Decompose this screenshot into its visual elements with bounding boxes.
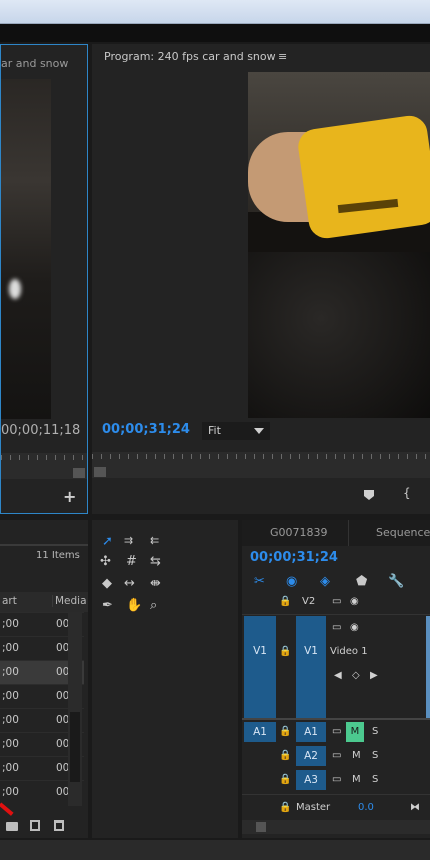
track-divider <box>242 794 430 795</box>
camera-icon[interactable]: ▭ <box>332 622 341 633</box>
program-scroll-bar[interactable] <box>92 466 430 478</box>
project-tab-underline <box>0 544 88 546</box>
program-scrub-bar[interactable] <box>92 452 430 466</box>
next-keyframe-icon[interactable]: ▶ <box>370 670 378 681</box>
program-timecode[interactable]: 00;00;31;24 <box>102 422 190 437</box>
prev-keyframe-icon[interactable]: ◀ <box>334 670 342 681</box>
video-clip <box>426 616 430 718</box>
razor-icon[interactable]: ◆ <box>102 576 112 591</box>
slide-icon[interactable]: ⇼ <box>150 576 161 591</box>
track-divider <box>242 614 430 615</box>
solo-button[interactable]: S <box>372 726 378 737</box>
add-button-icon[interactable]: + <box>63 487 76 506</box>
pen-icon[interactable]: ✒ <box>102 598 113 613</box>
master-label: Master <box>296 802 331 813</box>
source-scrub-bar[interactable] <box>1 453 87 467</box>
lock-icon[interactable]: 🔒 <box>279 726 291 737</box>
source-monitor: ar and snow 00;00;11;18 + <box>0 44 88 514</box>
bottom-status-bar <box>0 840 430 860</box>
track-a2[interactable]: A2 <box>296 746 326 766</box>
mute-button[interactable]: M <box>352 774 361 785</box>
timeline-panel: G0071839 Sequence 0 00;00;31;24 ✂ ◉ ◈ ⬟ … <box>242 520 430 838</box>
source-patch-a1[interactable]: A1 <box>244 722 276 742</box>
track-select-back-icon[interactable]: ⇇ <box>150 534 159 547</box>
tab-g0071839[interactable]: G0071839 <box>270 526 328 539</box>
keyframe-icon[interactable]: ◇ <box>352 670 360 681</box>
zoom-value: Fit <box>208 424 221 437</box>
camera-icon[interactable]: ▭ <box>332 596 341 607</box>
lock-icon[interactable]: 🔒 <box>279 774 291 785</box>
zoom-select[interactable]: Fit <box>202 422 270 440</box>
sync-icon[interactable]: ▭ <box>332 774 341 785</box>
tab-divider <box>348 520 349 546</box>
source-timecode[interactable]: 00;00;11;18 <box>1 423 80 438</box>
lock-icon[interactable]: 🔒 <box>279 596 291 607</box>
master-volume[interactable]: 0.0 <box>358 802 374 813</box>
zoom-icon[interactable]: ⌕ <box>150 598 157 613</box>
tools-panel: ➚ ⇉ ⇇ ✣ # ⇆ ◆ ↔ ⇼ ✒ ✋ ⌕ <box>92 520 238 838</box>
track-a1[interactable]: A1 <box>296 722 326 742</box>
source-patch-v1[interactable]: V1 <box>244 616 276 718</box>
os-title-bar <box>0 0 430 24</box>
selection-icon[interactable]: ➚ <box>102 534 113 549</box>
folder-icon[interactable] <box>6 822 18 831</box>
slip-icon[interactable]: ↔ <box>124 576 135 591</box>
chevron-down-icon <box>254 428 264 434</box>
tab-sequence[interactable]: Sequence 0 <box>376 526 430 539</box>
project-panel: 11 Items art Media ;00 00 ;00 00 ;00 00 ;00… <box>0 520 88 838</box>
timeline-scroll-bar[interactable] <box>242 820 430 834</box>
brace-icon[interactable]: { <box>403 486 411 500</box>
add-marker-icon[interactable]: ◈ <box>320 574 330 589</box>
red-arrow <box>0 802 14 816</box>
mute-button[interactable]: M <box>346 722 364 742</box>
col-start[interactable]: art <box>2 595 17 607</box>
marker-icon[interactable]: ⬟ <box>356 574 367 589</box>
linked-selection-icon[interactable]: ◉ <box>286 574 297 589</box>
track-name-video1: Video 1 <box>330 646 368 657</box>
panel-gutter <box>0 24 430 42</box>
sync-icon[interactable]: ▭ <box>332 750 341 761</box>
item-count: 11 Items <box>36 550 80 561</box>
solo-button[interactable]: S <box>372 750 378 761</box>
mute-button[interactable]: M <box>352 750 361 761</box>
eye-icon[interactable]: ◉ <box>350 596 359 607</box>
source-scroll-bar[interactable] <box>1 467 87 479</box>
track-label-v2[interactable]: V2 <box>302 596 315 607</box>
wrench-icon[interactable]: 🔧 <box>388 574 404 589</box>
track-select-icon[interactable]: ⇉ <box>124 534 133 547</box>
sync-icon[interactable]: ▭ <box>332 726 341 737</box>
lock-icon[interactable]: 🔒 <box>279 646 291 657</box>
program-tab-title[interactable]: Program: 240 fps car and snow <box>104 50 276 63</box>
track-divider <box>242 718 430 720</box>
solo-button[interactable]: S <box>372 774 378 785</box>
timeline-timecode[interactable]: 00;00;31;24 <box>250 550 338 565</box>
lock-icon[interactable]: 🔒 <box>279 802 291 813</box>
go-to-end-icon[interactable]: ⧓ <box>410 802 420 813</box>
source-tab-title[interactable]: ar and snow <box>1 57 68 70</box>
panel-menu-icon[interactable]: ≡ <box>278 50 287 63</box>
column-header: art Media <box>0 592 88 612</box>
new-item-icon[interactable] <box>30 820 40 831</box>
col-media[interactable]: Media <box>52 595 87 607</box>
ripple-edit-icon[interactable]: ✣ <box>100 554 111 569</box>
track-a3[interactable]: A3 <box>296 770 326 790</box>
list-scrollbar[interactable] <box>68 612 82 806</box>
program-monitor: Program: 240 fps car and snow ≡ 00;00;31… <box>92 44 430 514</box>
program-video-frame <box>248 72 430 418</box>
marker-icon[interactable] <box>364 490 374 500</box>
source-video-frame <box>1 79 51 419</box>
track-v1[interactable]: V1 <box>296 616 326 718</box>
trash-icon[interactable] <box>54 820 64 831</box>
eye-icon[interactable]: ◉ <box>350 622 359 633</box>
rate-stretch-icon[interactable]: ⇆ <box>150 554 161 569</box>
hand-icon[interactable]: ✋ <box>126 598 142 613</box>
rolling-edit-icon[interactable]: # <box>126 554 137 569</box>
lock-icon[interactable]: 🔒 <box>279 750 291 761</box>
snap-icon[interactable]: ✂ <box>254 574 265 589</box>
